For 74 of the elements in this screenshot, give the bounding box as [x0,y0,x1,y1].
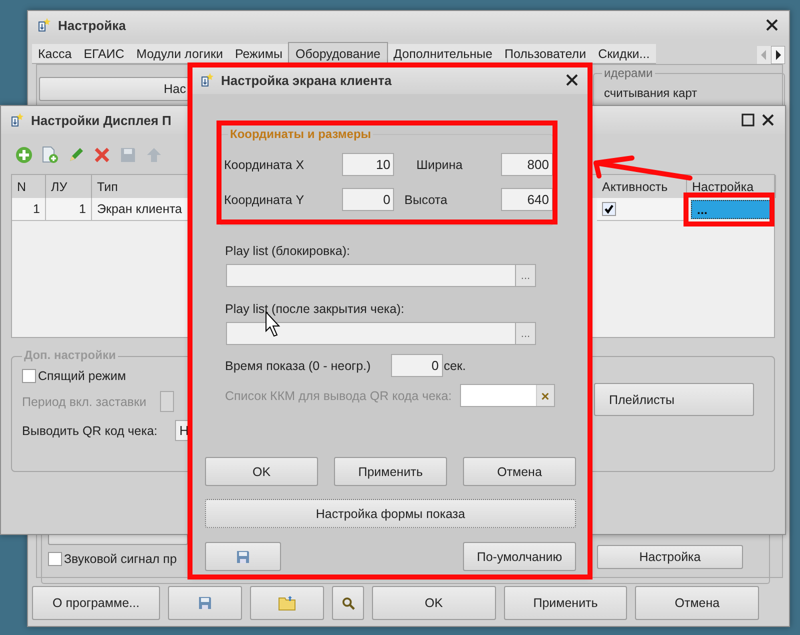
pencil-icon[interactable] [67,146,85,164]
tab[interactable]: Касса [32,44,78,64]
tab[interactable]: Пользователи [498,44,592,64]
group-label: Координаты и размеры [228,127,374,141]
copy-icon[interactable] [41,146,59,164]
app-icon [9,112,25,128]
search-button[interactable] [332,586,364,620]
folder-icon [278,595,296,611]
tab[interactable]: Режимы [228,44,288,64]
field-label: Выводить QR код чека: [22,424,158,438]
field-label: Период вкл. заставки [22,394,146,408]
close-icon[interactable] [765,18,779,32]
checkbox[interactable] [48,552,62,566]
tab[interactable]: Оборудование [288,42,388,64]
button[interactable]: Нас [39,77,189,101]
input-field[interactable]: 640 [501,188,553,211]
input-field[interactable]: 0 [390,354,443,377]
settings-button[interactable]: Настройка [597,545,743,569]
close-icon[interactable] [761,113,775,127]
save-button[interactable] [168,586,242,620]
app-icon [36,17,52,33]
table-cell: 1 [46,198,92,221]
input-field[interactable] [160,391,174,412]
input-field[interactable]: 10 [342,153,394,176]
window-title: Настройка экрана клиента [221,72,392,88]
close-icon[interactable] [565,73,579,87]
checkbox[interactable] [22,369,36,383]
input-field[interactable]: ... [226,322,536,345]
unit-label: сек. [444,358,466,372]
field-label: Ширина [416,158,464,172]
search-icon [342,596,354,610]
window-title: Настройка [58,18,126,32]
field-label: Координата Y [224,192,306,206]
checkbox-label: Звуковой сигнал пр [64,552,177,566]
tab[interactable]: Дополнительные [388,44,498,64]
field-label: Play list (после закрытия чека): [225,302,404,316]
option-label: считывания карт [604,86,698,100]
input-field[interactable]: 0 [342,188,394,211]
field-label: Время показа (0 - неогр.) [225,358,371,372]
browse-button[interactable]: ... [515,265,535,286]
field-label: Координата X [224,158,306,172]
input-field[interactable]: Н [175,420,190,441]
delete-icon[interactable] [93,146,111,164]
dialog-button[interactable]: Применить [334,457,447,486]
tab[interactable]: ЕГАИС [78,44,130,64]
field-label: Список ККМ для вывода QR кода чека: [225,388,452,402]
tab[interactable]: Скидки... [592,44,656,64]
checkbox[interactable] [602,202,616,216]
field-label: Play list (блокировка): [225,244,350,258]
open-button[interactable] [250,586,324,620]
maximize-icon[interactable] [741,113,755,127]
add-icon[interactable] [15,146,33,164]
window-title: Настройки Дисплея П [31,112,172,128]
playlists-button[interactable]: Плейлисты [594,383,754,416]
checkbox-label: Спящий режим [38,369,126,383]
default-button[interactable]: По-умолчанию [463,542,576,571]
dialog-button[interactable]: О программе... [32,586,160,620]
field-label: Высота [404,192,448,206]
form-settings-button[interactable]: Настройка формы показа [205,499,576,528]
dialog-button[interactable]: Отмена [635,586,760,620]
input-field[interactable]: 800 [501,153,553,176]
column-header[interactable]: Настройка [687,175,776,198]
table-cell[interactable]: ... [691,200,772,219]
dialog-button[interactable]: OK [372,586,496,620]
dialog-button[interactable]: Отмена [463,457,576,486]
browse-button[interactable]: ... [515,323,535,344]
dialog-button[interactable]: Применить [504,586,628,620]
save-button[interactable] [205,542,281,571]
tab[interactable]: Модули логики [130,44,229,64]
scroll-right-icon[interactable] [771,46,785,64]
dialog-button[interactable]: OK [205,457,318,486]
input-field[interactable]: ... [226,264,536,287]
app-icon [199,72,215,88]
table-cell: 1 [12,198,46,221]
